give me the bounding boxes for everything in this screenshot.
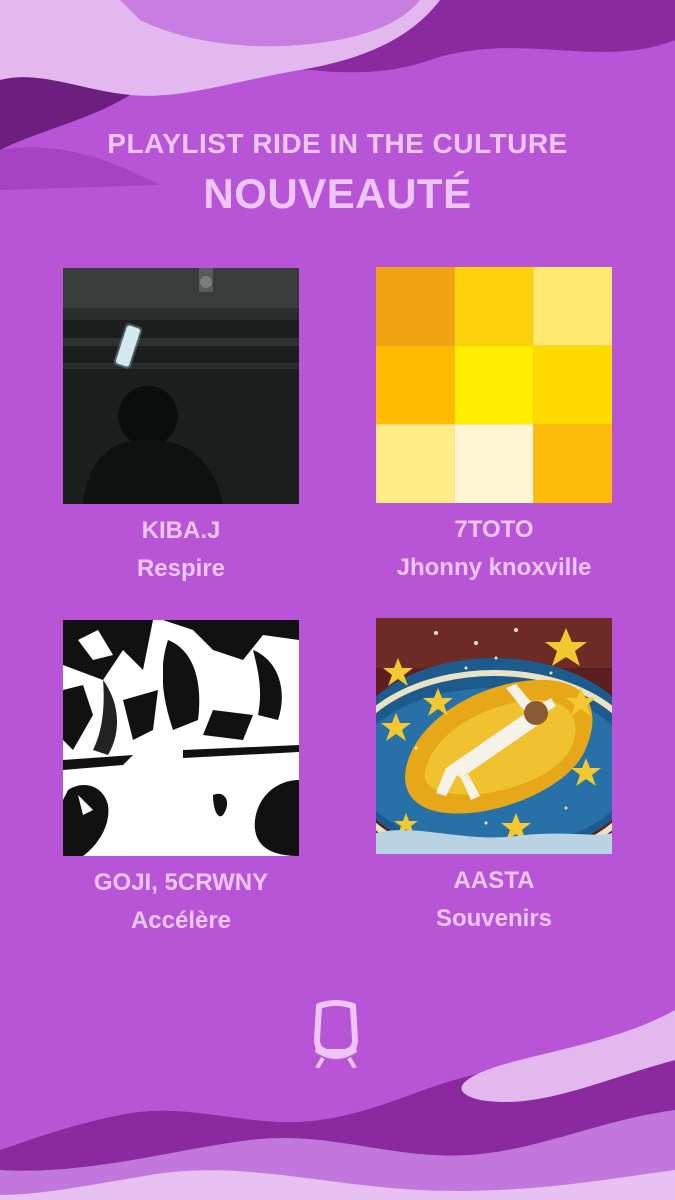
manga-panels-cover[interactable]: [63, 620, 299, 856]
track-card[interactable]: 7TOTO Jhonny knoxville: [376, 267, 612, 583]
artist-name: GOJI, 5CRWNY: [93, 869, 269, 896]
track-title: Jhonny knoxville: [396, 554, 592, 581]
starry-float-cover[interactable]: [376, 618, 612, 854]
playlist-subtitle: PLAYLIST RIDE IN THE CULTURE: [107, 128, 568, 159]
track-title: Souvenirs: [435, 905, 553, 932]
track-title: Accélère: [130, 907, 232, 934]
track-card[interactable]: AASTA Souvenirs: [376, 618, 612, 934]
artist-name: AASTA: [453, 867, 535, 894]
track-card[interactable]: KIBA.J Respire: [63, 268, 299, 584]
header: PLAYLIST RIDE IN THE CULTURE NOUVEAUTÉ: [0, 128, 675, 218]
artist-name: 7TOTO: [454, 516, 534, 543]
artist-name: KIBA.J: [141, 517, 221, 544]
track-title: Respire: [136, 555, 226, 582]
dark-photo-cover[interactable]: [63, 268, 299, 504]
yellow-grid-cover[interactable]: [376, 267, 612, 503]
tram-logo-icon: [314, 1000, 358, 1068]
page-title: NOUVEAUTÉ: [203, 170, 472, 217]
track-card[interactable]: GOJI, 5CRWNY Accélère: [63, 620, 299, 936]
